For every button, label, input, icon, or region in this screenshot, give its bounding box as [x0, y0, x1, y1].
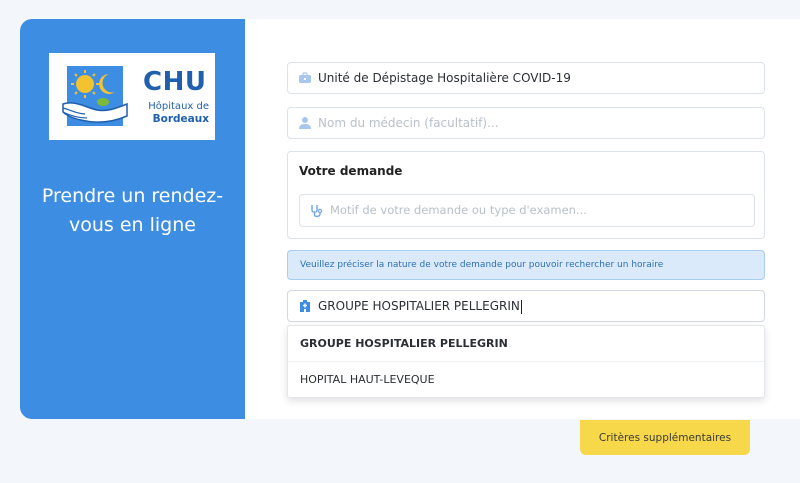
motif-placeholder: Motif de votre demande ou type d'examen.… — [330, 203, 587, 217]
motif-input[interactable]: Motif de votre demande ou type d'examen.… — [299, 194, 755, 227]
dropdown-option[interactable]: GROUPE HOSPITALIER PELLEGRIN — [288, 326, 764, 362]
logo-subtitle-2: Bordeaux — [152, 113, 209, 125]
page-title-line-1: Prendre un rendez- — [41, 185, 224, 207]
demande-section: Votre demande Motif de votre demande ou … — [287, 151, 765, 239]
demande-title: Votre demande — [299, 164, 403, 178]
stethoscope-icon — [311, 205, 323, 218]
unit-field[interactable]: Unité de Dépistage Hospitalière COVID-19 — [287, 62, 765, 94]
logo-brand: CHU — [143, 67, 207, 97]
info-alert: Veuillez préciser la nature de votre dem… — [287, 250, 765, 280]
doctor-field-placeholder: Nom du médecin (facultatif)... — [318, 116, 499, 130]
chu-logo: CHU Hôpitaux de Bordeaux — [49, 53, 215, 140]
text-cursor — [520, 299, 522, 314]
unit-field-value: Unité de Dépistage Hospitalière COVID-19 — [318, 71, 571, 85]
hospital-icon — [300, 300, 310, 312]
hospital-field[interactable]: GROUPE HOSPITALIER PELLEGRIN — [287, 290, 765, 322]
info-alert-text: Veuillez préciser la nature de votre dem… — [300, 260, 664, 270]
logo-subtitle-1: Hôpitaux de — [148, 101, 209, 112]
chu-logo-art-icon — [62, 66, 128, 126]
page-title-line-2: vous en ligne — [69, 214, 196, 236]
criteria-button[interactable]: Critères supplémentaires — [580, 420, 750, 455]
doctor-icon — [299, 117, 311, 129]
left-panel: CHU Hôpitaux de Bordeaux Prendre un rend… — [20, 19, 245, 419]
hospital-dropdown: GROUPE HOSPITALIER PELLEGRIN HOPITAL HAU… — [287, 325, 765, 398]
dropdown-option[interactable]: HOPITAL HAUT-LEVEQUE — [288, 362, 764, 398]
briefcase-icon — [299, 72, 311, 83]
page-title: Prendre un rendez- vous en ligne — [20, 182, 245, 240]
hospital-field-value: GROUPE HOSPITALIER PELLEGRIN — [318, 291, 522, 322]
doctor-field[interactable]: Nom du médecin (facultatif)... — [287, 107, 765, 139]
hospital-field-text: GROUPE HOSPITALIER PELLEGRIN — [318, 299, 520, 313]
